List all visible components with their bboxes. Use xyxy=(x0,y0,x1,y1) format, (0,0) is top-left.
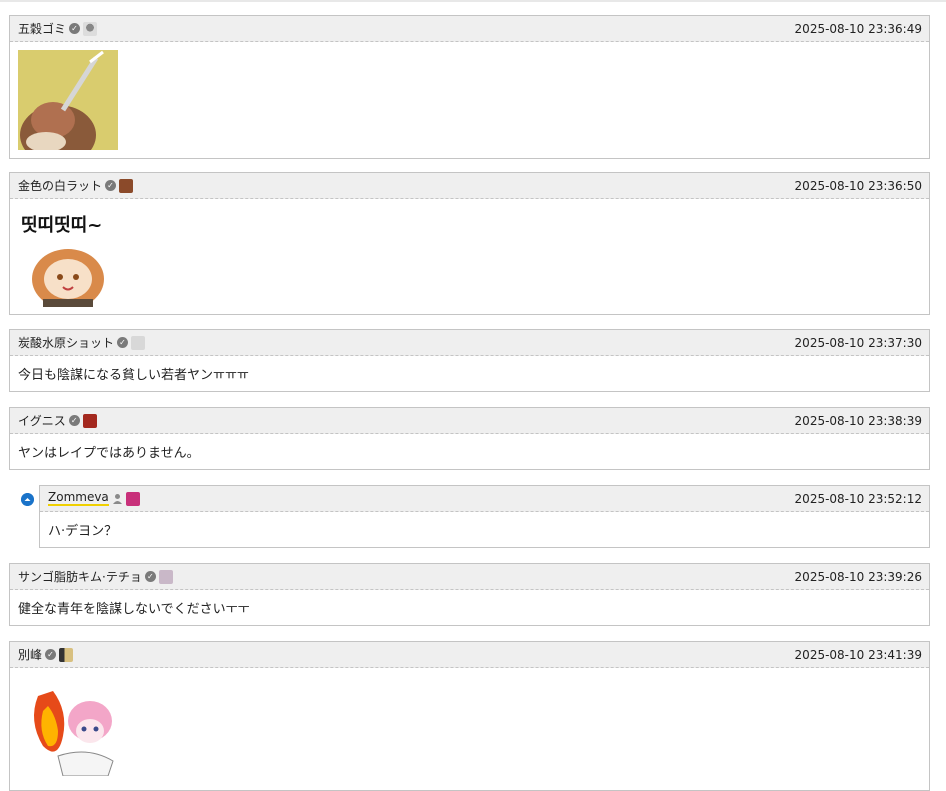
comment-header: イグニス ✓ 2025-08-10 23:38:39 xyxy=(10,408,929,434)
comment-header: Zommeva 2025-08-10 23:52:12 xyxy=(40,486,929,512)
comment-header: 別峰 ✓ 2025-08-10 23:41:39 xyxy=(10,642,929,668)
check-circle-icon: ✓ xyxy=(117,337,129,348)
reply-arrow-icon xyxy=(21,493,34,506)
comment-body xyxy=(10,42,929,158)
sticker-image[interactable] xyxy=(18,50,118,150)
comment-timestamp: 2025-08-10 23:52:12 xyxy=(794,491,922,506)
sticker-image[interactable]: 띳띠띳띠~ xyxy=(18,207,118,307)
comment-text: ハ·デヨン？ xyxy=(48,524,118,539)
comment-text: 健全な青年を陰謀しないでくださいㅜㅜ xyxy=(18,602,250,617)
comment-timestamp: 2025-08-10 23:36:49 xyxy=(794,21,922,36)
user-avatar-icon[interactable] xyxy=(83,21,98,36)
user-avatar-icon[interactable] xyxy=(119,178,134,193)
sticker-text: 띳띠띳띠~ xyxy=(21,215,102,236)
check-circle-icon: ✓ xyxy=(68,415,80,426)
comment-timestamp: 2025-08-10 23:36:50 xyxy=(794,178,922,193)
comment-body xyxy=(10,668,929,784)
comment-nickname[interactable]: 炭酸水原ショット xyxy=(18,334,114,351)
user-avatar-icon[interactable] xyxy=(131,335,146,350)
check-circle-icon: ✓ xyxy=(45,649,57,660)
comment-nickname[interactable]: 五穀ゴミ xyxy=(18,20,66,37)
comment-nickname[interactable]: 金色の白ラット xyxy=(18,177,102,194)
comment-nickname[interactable]: 別峰 xyxy=(18,646,42,663)
person-icon xyxy=(112,494,122,504)
check-circle-icon: ✓ xyxy=(144,571,156,582)
comment-header: 金色の白ラット ✓ 2025-08-10 23:36:50 xyxy=(10,173,929,199)
comment-item: イグニス ✓ 2025-08-10 23:38:39 ヤンはレイプではありません… xyxy=(9,407,930,470)
comment-text: ヤンはレイプではありません。 xyxy=(18,446,200,461)
comment-header: サンゴ脂肪キム·テチョ ✓ 2025-08-10 23:39:26 xyxy=(10,564,929,590)
comment-header: 五穀ゴミ ✓ 2025-08-10 23:36:49 xyxy=(10,16,929,42)
comment-nickname[interactable]: イグニス xyxy=(18,412,66,429)
comment-item: 金色の白ラット ✓ 2025-08-10 23:36:50 띳띠띳띠~ xyxy=(9,172,930,315)
comment-item: サンゴ脂肪キム·テチョ ✓ 2025-08-10 23:39:26 健全な青年を… xyxy=(9,563,930,626)
comment-item: 五穀ゴミ ✓ 2025-08-10 23:36:49 xyxy=(9,15,930,159)
user-avatar-icon[interactable] xyxy=(158,569,173,584)
comment-body: 띳띠띳띠~ xyxy=(10,199,929,315)
user-avatar-icon[interactable] xyxy=(59,647,74,662)
comment-item: 炭酸水原ショット ✓ 2025-08-10 23:37:30 今日も陰謀になる貧… xyxy=(9,329,930,392)
comment-timestamp: 2025-08-10 23:41:39 xyxy=(794,647,922,662)
sticker-image[interactable] xyxy=(18,676,118,776)
comment-timestamp: 2025-08-10 23:39:26 xyxy=(794,569,922,584)
top-divider xyxy=(0,0,946,2)
user-avatar-icon[interactable] xyxy=(125,491,140,506)
comment-item: 別峰 ✓ 2025-08-10 23:41:39 xyxy=(9,641,930,791)
reply-comment-item: Zommeva 2025-08-10 23:52:12 ハ·デヨン？ xyxy=(39,485,930,548)
comment-timestamp: 2025-08-10 23:38:39 xyxy=(794,413,922,428)
comment-header: 炭酸水原ショット ✓ 2025-08-10 23:37:30 xyxy=(10,330,929,356)
comment-text: 今日も陰謀になる貧しい若者ヤンㅠㅠㅠ xyxy=(18,368,249,383)
check-circle-icon: ✓ xyxy=(69,23,81,34)
comment-timestamp: 2025-08-10 23:37:30 xyxy=(794,335,922,350)
user-avatar-icon[interactable] xyxy=(82,413,97,428)
comment-nickname[interactable]: サンゴ脂肪キム·テチョ xyxy=(18,568,142,585)
check-circle-icon: ✓ xyxy=(105,180,117,191)
comment-nickname[interactable]: Zommeva xyxy=(48,491,109,506)
